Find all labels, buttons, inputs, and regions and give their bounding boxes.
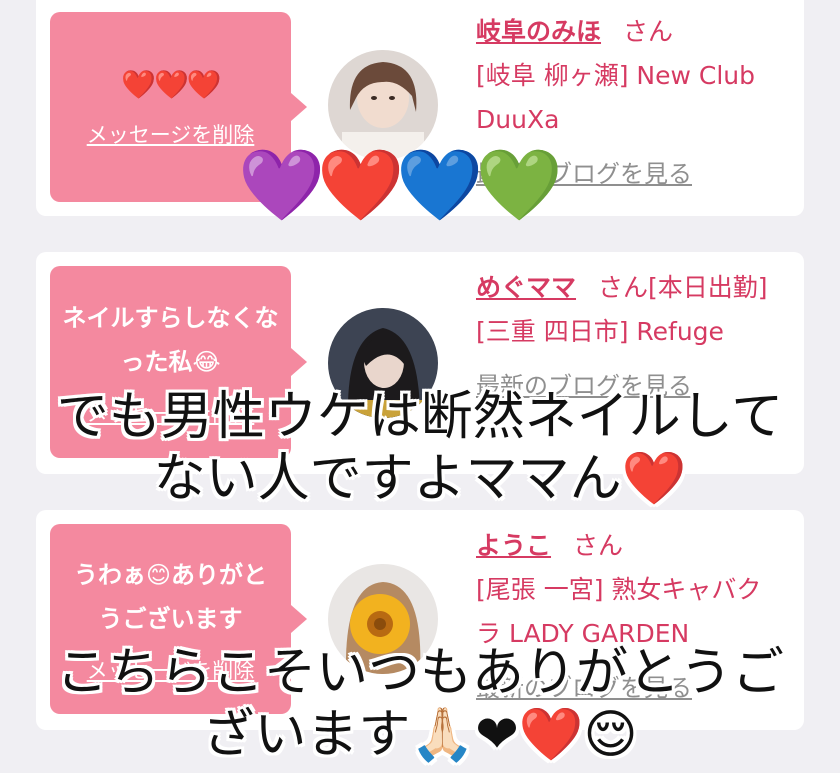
caption-top: でも男性ウケは断然ネイルして ない人ですよママん❤️ bbox=[0, 386, 840, 510]
caption-top-line1: でも男性ウケは断然ネイルして bbox=[56, 387, 784, 447]
caption-bottom-line2: ざいます🙏🏻❤❤️😌 bbox=[202, 705, 638, 765]
caption-top-line2: ない人ですよママん❤️ bbox=[153, 449, 687, 509]
message-list-screen: ❤️❤️❤️ メッセージを削除 岐阜のみほ さん [岐阜 柳ヶ瀬] New Clu… bbox=[0, 0, 840, 773]
heart-stickers: 💜❤️💙💚 bbox=[238, 144, 563, 226]
caption-bottom: こちらこそいつもありがとうご ざいます🙏🏻❤❤️😌 bbox=[0, 642, 840, 766]
shop-name: [三重 四日市] Refuge bbox=[476, 317, 724, 346]
honorific-label: さん bbox=[623, 17, 674, 46]
shop-name: [岐阜 柳ヶ瀬] New Club DuuXa bbox=[476, 61, 755, 134]
bubble-message-text: ❤️❤️❤️ bbox=[121, 68, 222, 101]
delete-message-link[interactable]: メッセージを削除 bbox=[87, 119, 255, 149]
honorific-label: さん bbox=[573, 531, 624, 560]
bubble-message-text: ネイルすらしなくなった私😂 bbox=[62, 304, 279, 376]
sender-name-link[interactable]: めぐママ bbox=[476, 273, 576, 302]
honorific-label: さん bbox=[598, 273, 649, 302]
sender-name-link[interactable]: ようこ bbox=[476, 531, 551, 560]
sender-status: [本日出勤] bbox=[648, 273, 768, 302]
bubble-message-text: うわぁ😊ありがとうございます bbox=[73, 561, 268, 633]
sender-name-link[interactable]: 岐阜のみほ bbox=[476, 17, 601, 46]
caption-bottom-line1: こちらこそいつもありがとうご bbox=[55, 643, 784, 703]
